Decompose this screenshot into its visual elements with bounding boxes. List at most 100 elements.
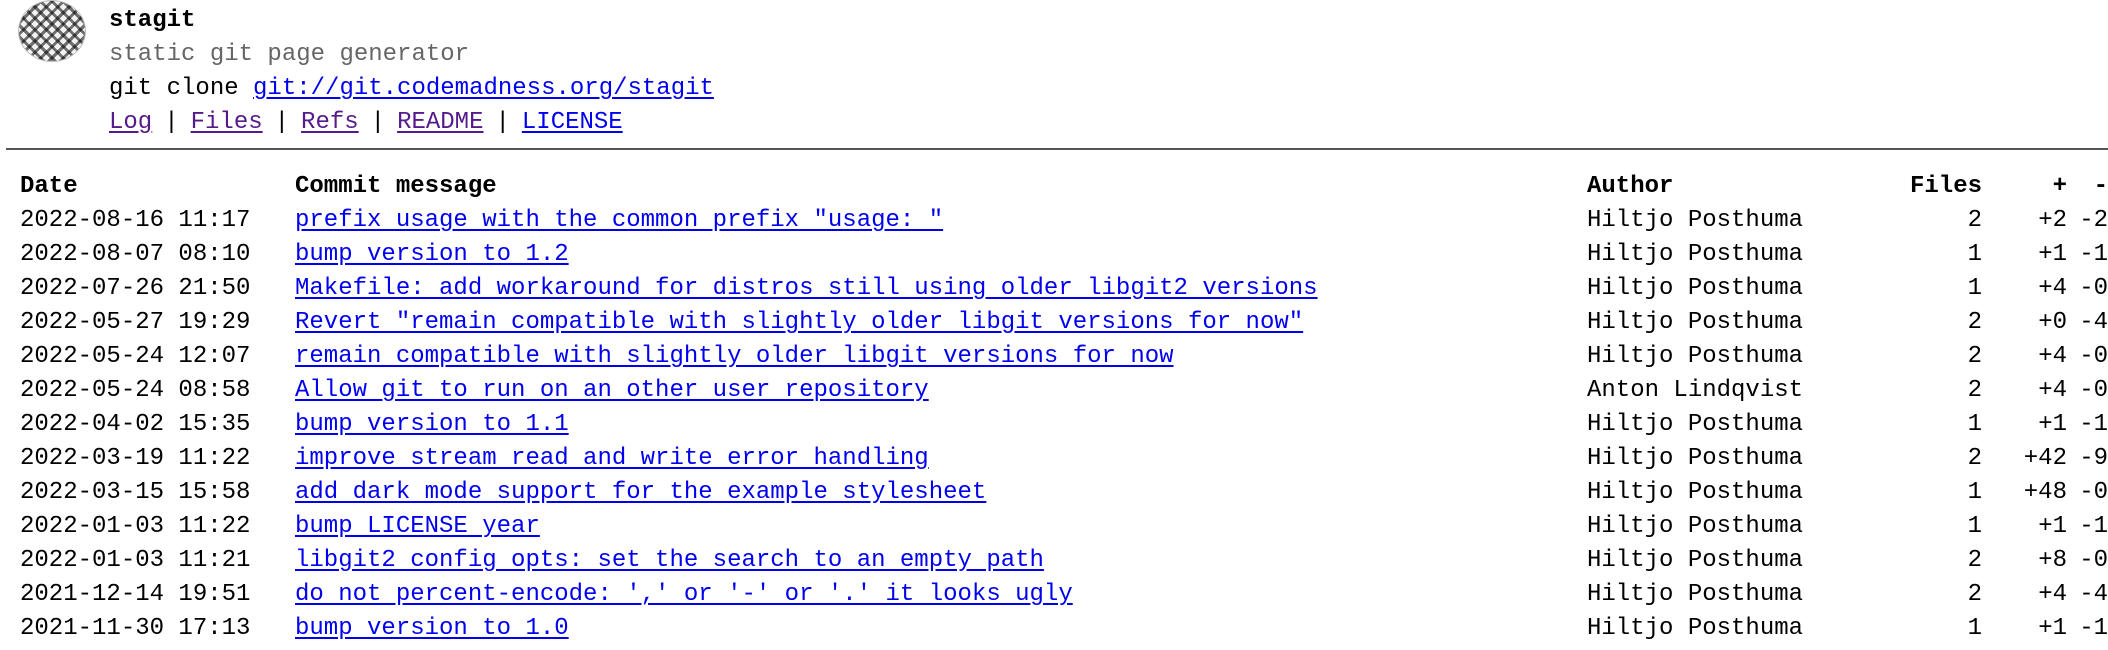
- commit-date: 2022-07-26 21:50: [20, 275, 251, 302]
- commit-deletions: -1: [2079, 411, 2108, 438]
- clone-prefix: git clone: [109, 75, 239, 102]
- commit-deletions: -1: [2079, 513, 2108, 540]
- commit-author: Anton Lindqvist: [1587, 377, 1804, 404]
- commit-message-cell: Makefile: add workaround for distros sti…: [295, 272, 1587, 306]
- header-deletions: -: [2093, 173, 2108, 200]
- commit-author: Hiltjo Posthuma: [1587, 445, 1804, 472]
- repo-info: stagit static git page generator git clo…: [109, 4, 714, 140]
- repo-header: stagit static git page generator git clo…: [0, 0, 2108, 136]
- repo-description: static git page generator: [109, 41, 470, 68]
- commit-author: Hiltjo Posthuma: [1587, 479, 1804, 506]
- commit-date: 2022-01-03 11:22: [20, 513, 251, 540]
- commit-date: 2022-01-03 11:21: [20, 547, 251, 574]
- table-row: 2022-08-07 08:10 bump version to 1.2 Hiltj…: [20, 238, 2108, 272]
- commit-deletions: -0: [2079, 547, 2108, 574]
- commit-files-count: 2: [1967, 445, 1982, 472]
- commit-author: Hiltjo Posthuma: [1587, 513, 1804, 540]
- table-row: 2022-05-27 19:29 Revert "remain compatibl…: [20, 306, 2108, 340]
- commit-date: 2021-11-30 17:13: [20, 615, 251, 642]
- commit-additions: +8: [2038, 547, 2067, 574]
- table-row: 2022-04-02 15:35 bump version to 1.1 Hiltj…: [20, 408, 2108, 442]
- commit-message-link[interactable]: remain compatible with slightly older li…: [295, 343, 1174, 370]
- commit-message-cell: Allow git to run on an other user reposi…: [295, 374, 1587, 408]
- nav-link-files[interactable]: Files: [191, 109, 263, 136]
- commit-author: Hiltjo Posthuma: [1587, 615, 1804, 642]
- nav-link-readme[interactable]: README: [397, 109, 483, 136]
- commit-date: 2022-03-15 15:58: [20, 479, 251, 506]
- nav-link-license[interactable]: LICENSE: [522, 109, 623, 136]
- commit-files-count: 2: [1967, 343, 1982, 370]
- commit-log-body: 2022-08-16 11:17 prefix usage with the co…: [20, 204, 2108, 646]
- commit-author: Hiltjo Posthuma: [1587, 411, 1804, 438]
- commit-deletions: -1: [2079, 241, 2108, 268]
- commit-deletions: -0: [2079, 343, 2108, 370]
- commit-message-link[interactable]: Revert "remain compatible with slightly …: [295, 309, 1303, 336]
- table-row: 2022-03-19 11:22 improve stream read and …: [20, 442, 2108, 476]
- commit-log-table: Date Commit message Author Files + - 202…: [20, 170, 2108, 646]
- commit-message-cell: bump version to 1.2: [295, 238, 1587, 272]
- commit-message-cell: do not percent-encode: ',' or '-' or '.'…: [295, 578, 1587, 612]
- commit-files-count: 2: [1967, 309, 1982, 336]
- commit-deletions: -9: [2079, 445, 2108, 472]
- commit-message-link[interactable]: libgit2 config opts: set the search to a…: [295, 547, 1044, 574]
- commit-message-link[interactable]: bump version to 1.2: [295, 241, 569, 268]
- commit-author: Hiltjo Posthuma: [1587, 547, 1804, 574]
- commit-message-link[interactable]: Makefile: add workaround for distros sti…: [295, 275, 1318, 302]
- commit-files-count: 2: [1967, 547, 1982, 574]
- commit-deletions: -4: [2079, 309, 2108, 336]
- commit-message-link[interactable]: bump version to 1.0: [295, 615, 569, 642]
- commit-date: 2022-04-02 15:35: [20, 411, 251, 438]
- commit-date: 2022-03-19 11:22: [20, 445, 251, 472]
- commit-message-cell: prefix usage with the common prefix "usa…: [295, 204, 1587, 238]
- header-author: Author: [1587, 173, 1674, 200]
- header-additions: +: [2052, 173, 2067, 200]
- header-files: Files: [1909, 173, 1982, 200]
- commit-author: Hiltjo Posthuma: [1587, 581, 1804, 608]
- commit-date: 2022-05-24 12:07: [20, 343, 251, 370]
- commit-files-count: 2: [1967, 207, 1982, 234]
- commit-additions: +2: [2038, 207, 2067, 234]
- nav-link-log[interactable]: Log: [109, 109, 152, 136]
- clone-url-link[interactable]: git://git.codemadness.org/stagit: [253, 75, 714, 102]
- header-date: Date: [20, 173, 78, 200]
- nav-separator: |: [274, 109, 290, 136]
- commit-deletions: -0: [2079, 479, 2108, 506]
- commit-deletions: -2: [2079, 207, 2108, 234]
- commit-files-count: 1: [1967, 479, 1982, 506]
- commit-additions: +48: [2023, 479, 2067, 506]
- table-row: 2022-03-15 15:58 add dark mode support fo…: [20, 476, 2108, 510]
- commit-message-link[interactable]: bump LICENSE year: [295, 513, 540, 540]
- commit-message-link[interactable]: improve stream read and write error hand…: [295, 445, 929, 472]
- commit-message-cell: remain compatible with slightly older li…: [295, 340, 1587, 374]
- commit-additions: +1: [2038, 411, 2067, 438]
- commit-files-count: 2: [1967, 377, 1982, 404]
- commit-message-cell: Revert "remain compatible with slightly …: [295, 306, 1587, 340]
- commit-author: Hiltjo Posthuma: [1587, 309, 1804, 336]
- table-row: 2021-12-14 19:51 do not percent-encode: '…: [20, 578, 2108, 612]
- commit-files-count: 1: [1967, 241, 1982, 268]
- commit-message-link[interactable]: bump version to 1.1: [295, 411, 569, 438]
- commit-date: 2022-05-27 19:29: [20, 309, 251, 336]
- commit-deletions: -1: [2079, 615, 2108, 642]
- header-commit-message: Commit message: [295, 173, 497, 200]
- nav-link-refs[interactable]: Refs: [301, 109, 359, 136]
- table-row: 2022-05-24 08:58 Allow git to run on an o…: [20, 374, 2108, 408]
- nav-separator: |: [370, 109, 386, 136]
- commit-message-cell: add dark mode support for the example st…: [295, 476, 1587, 510]
- nav-separator: |: [164, 109, 179, 136]
- commit-deletions: -0: [2079, 377, 2108, 404]
- commit-message-cell: bump version to 1.0: [295, 612, 1587, 646]
- commit-additions: +42: [2023, 445, 2067, 472]
- commit-message-cell: bump LICENSE year: [295, 510, 1587, 544]
- commit-message-link[interactable]: do not percent-encode: ',' or '-' or '.'…: [295, 581, 1073, 608]
- commit-files-count: 1: [1967, 411, 1982, 438]
- commit-message-link[interactable]: Allow git to run on an other user reposi…: [295, 377, 929, 404]
- commit-author: Hiltjo Posthuma: [1587, 207, 1804, 234]
- commit-additions: +1: [2038, 615, 2067, 642]
- commit-message-link[interactable]: add dark mode support for the example st…: [295, 479, 986, 506]
- commit-additions: +4: [2038, 343, 2067, 370]
- commit-message-link[interactable]: prefix usage with the common prefix "usa…: [295, 207, 943, 234]
- checkered-logo-icon[interactable]: [18, 0, 86, 62]
- commit-files-count: 2: [1967, 581, 1982, 608]
- commit-deletions: -0: [2079, 275, 2108, 302]
